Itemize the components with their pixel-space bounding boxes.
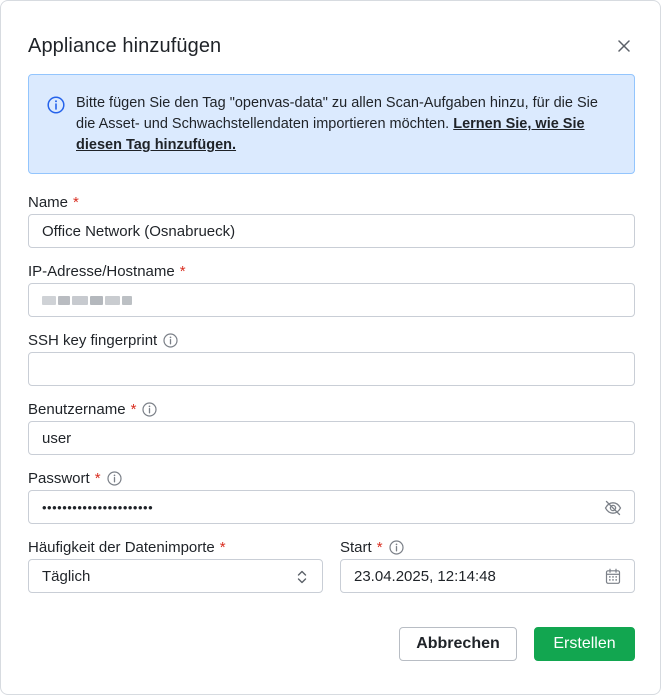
info-banner: Bitte fügen Sie den Tag "openvas-data" z… [28, 74, 635, 174]
chevron-up-down-icon [297, 570, 307, 584]
frequency-select[interactable]: Täglich [28, 559, 323, 593]
add-appliance-dialog: Appliance hinzufügen Bitte fügen Sie den… [0, 0, 661, 695]
frequency-label: Häufigkeit der Datenimporte * [28, 539, 226, 556]
name-input[interactable]: Office Network (Osnabrueck) [28, 214, 635, 248]
frequency-selected-value: Täglich [42, 567, 91, 585]
dialog-title: Appliance hinzufügen [28, 35, 222, 57]
password-input[interactable]: •••••••••••••••••••••• [28, 490, 635, 524]
start-label-text: Start [340, 539, 372, 556]
calendar-icon[interactable] [605, 568, 621, 585]
username-label: Benutzername * [28, 401, 158, 418]
close-icon [618, 40, 630, 52]
start-label: Start * [340, 539, 404, 556]
ssh-fingerprint-input[interactable] [28, 352, 635, 386]
ssh-label: SSH key fingerprint [28, 332, 178, 349]
name-input-value: Office Network (Osnabrueck) [42, 222, 236, 240]
help-icon[interactable] [388, 540, 404, 555]
password-masked-value: •••••••••••••••••••••• [42, 499, 154, 515]
eye-off-icon[interactable] [604, 499, 622, 517]
username-label-text: Benutzername [28, 401, 126, 418]
info-text: Bitte fügen Sie den Tag "openvas-data" z… [76, 93, 616, 156]
ip-label-text: IP-Adresse/Hostname [28, 263, 175, 280]
frequency-label-text: Häufigkeit der Datenimporte [28, 539, 215, 556]
required-marker: * [376, 539, 383, 556]
ip-input[interactable] [28, 283, 635, 317]
info-icon [47, 96, 65, 114]
ssh-label-text: SSH key fingerprint [28, 332, 158, 349]
name-label-text: Name [28, 194, 69, 211]
start-datetime-input[interactable]: 23.04.2025, 12:14:48 [340, 559, 635, 593]
ip-label: IP-Adresse/Hostname * [28, 263, 186, 280]
start-datetime-value: 23.04.2025, 12:14:48 [354, 567, 496, 585]
cancel-button[interactable]: Abbrechen [399, 627, 517, 661]
required-marker: * [219, 539, 226, 556]
required-marker: * [130, 401, 137, 418]
username-input-value: user [42, 429, 72, 447]
username-input[interactable]: user [28, 421, 635, 455]
help-icon[interactable] [142, 402, 158, 417]
ip-blurred-value [42, 295, 132, 305]
name-label: Name * [28, 194, 79, 211]
password-label: Passwort * [28, 470, 122, 487]
required-marker: * [94, 470, 101, 487]
required-marker: * [179, 263, 186, 280]
help-icon[interactable] [106, 471, 122, 486]
required-marker: * [73, 194, 79, 211]
close-button[interactable] [613, 35, 635, 57]
password-label-text: Passwort [28, 470, 90, 487]
help-icon[interactable] [163, 333, 178, 348]
create-button[interactable]: Erstellen [534, 627, 635, 661]
